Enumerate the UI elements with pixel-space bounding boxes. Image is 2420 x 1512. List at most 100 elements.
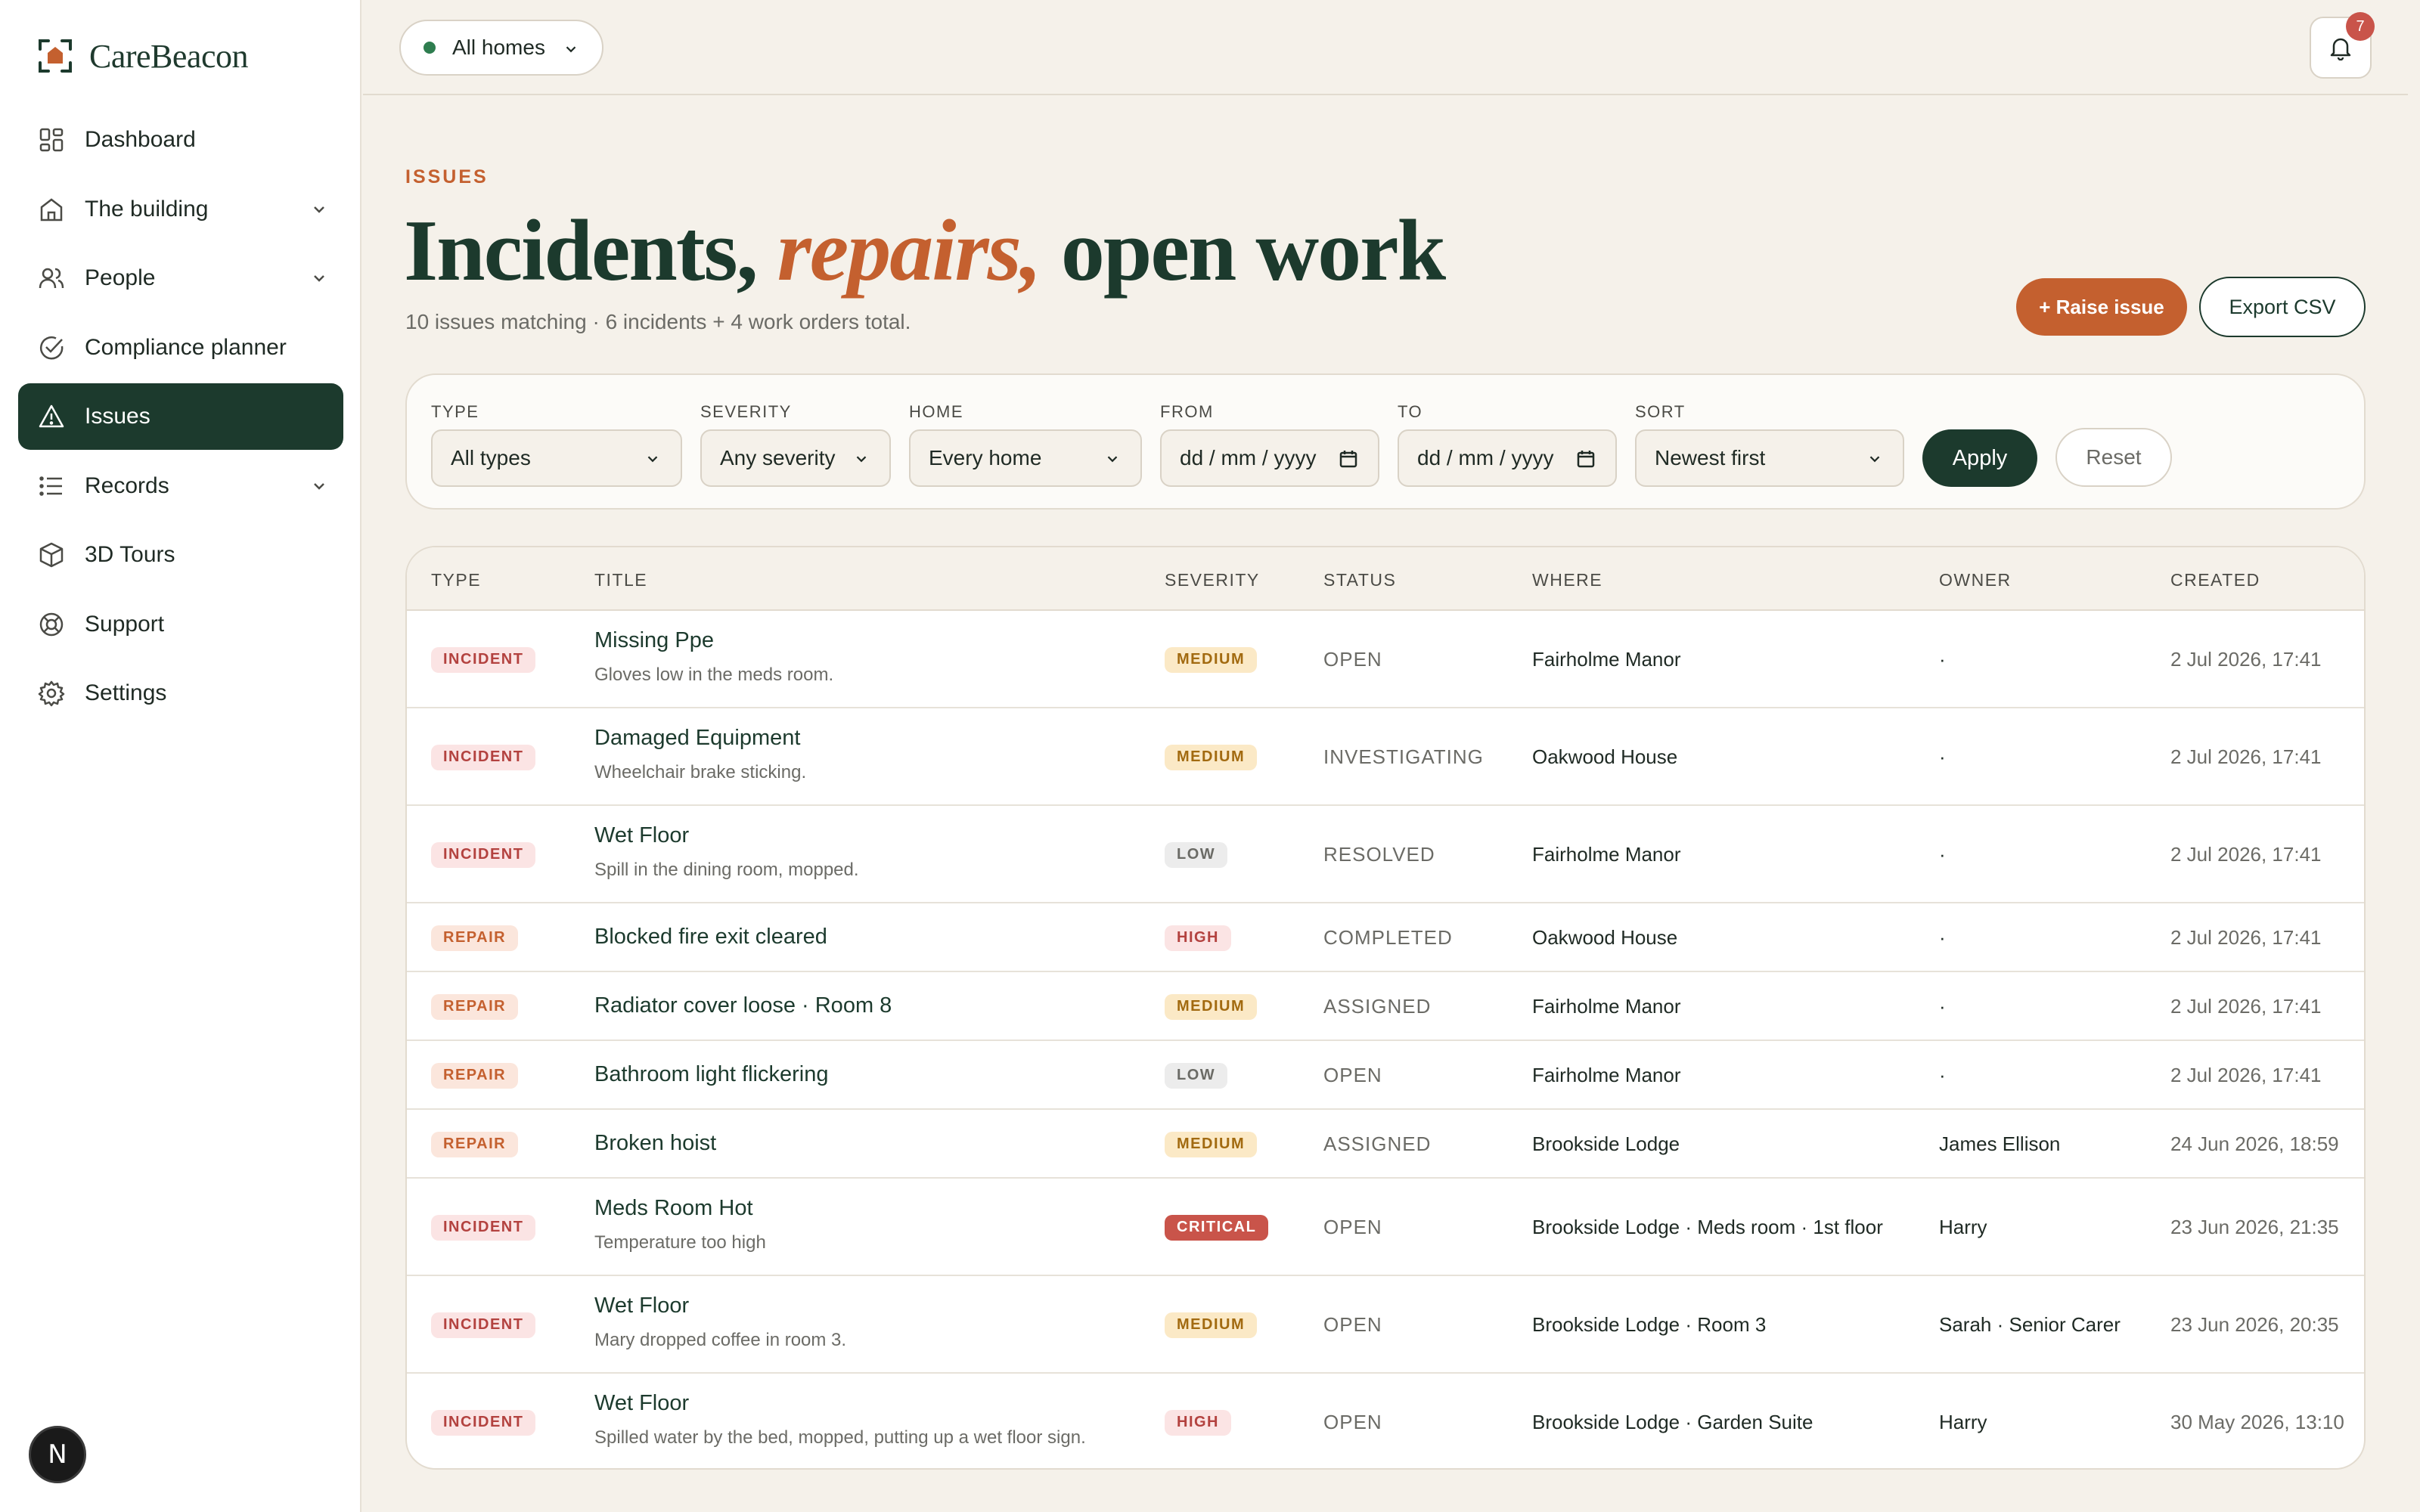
sidebar-item-support[interactable]: Support — [18, 591, 343, 658]
chevron-down-icon — [566, 46, 576, 53]
status-text: OPEN — [1323, 1063, 1382, 1086]
sidebar-item-3d-tours[interactable]: 3D Tours — [18, 522, 343, 588]
created-timestamp: 24 Jun 2026, 18:59 — [2170, 1132, 2339, 1155]
issue-title[interactable]: Missing Ppe — [594, 628, 714, 653]
severity-badge: MEDIUM — [1165, 744, 1258, 770]
owner-text: · — [1939, 745, 1946, 768]
home-filter-select[interactable]: Every home — [909, 429, 1142, 487]
chevron-down-icon — [647, 456, 658, 463]
type-badge: REPAIR — [431, 925, 519, 951]
issue-title[interactable]: Meds Room Hot — [594, 1196, 753, 1221]
type-filter-select[interactable]: All types — [431, 429, 682, 487]
brand-name: CareBeacon — [89, 37, 249, 75]
owner-text: · — [1939, 994, 1946, 1018]
cube-icon — [39, 542, 64, 568]
table-row[interactable]: INCIDENT Damaged Equipment Wheelchair brak… — [407, 708, 2364, 806]
owner-text: Harry — [1939, 1215, 1987, 1238]
status-text: INVESTIGATING — [1323, 745, 1484, 768]
status-text: OPEN — [1323, 1312, 1382, 1336]
table-row[interactable]: INCIDENT Wet Floor Spill in the dining roo… — [407, 806, 2364, 903]
table-row[interactable]: REPAIR Bathroom light flickering LOW OPEN Fa… — [407, 1041, 2364, 1110]
type-badge: INCIDENT — [431, 1214, 536, 1241]
sidebar-item-records[interactable]: Records — [18, 453, 343, 519]
column-header-title[interactable]: TITLE — [594, 570, 647, 590]
status-text: OPEN — [1323, 1410, 1382, 1433]
table-row[interactable]: REPAIR Broken hoist MEDIUM ASSIGNED Brooksid… — [407, 1110, 2364, 1179]
table-row[interactable]: INCIDENT Wet Floor Mary dropped coffee in … — [407, 1276, 2364, 1374]
sidebar-nav: Dashboard The building People Compliance… — [18, 107, 343, 730]
issue-title[interactable]: Bathroom light flickering — [594, 1062, 828, 1087]
type-badge: INCIDENT — [431, 1409, 536, 1436]
home-switcher[interactable]: All homes — [399, 20, 603, 76]
sidebar: CareBeacon Dashboard The building People — [0, 0, 361, 1512]
status-text: COMPLETED — [1323, 925, 1453, 949]
column-header-type[interactable]: TYPE — [431, 570, 481, 590]
notifications-button[interactable]: 7 — [2310, 12, 2375, 79]
issue-title[interactable]: Wet Floor — [594, 823, 689, 848]
column-header-status[interactable]: STATUS — [1323, 570, 1396, 590]
sort-label: SORT — [1635, 402, 1686, 421]
table-row[interactable]: INCIDENT Missing Ppe Gloves low in the med… — [407, 611, 2364, 708]
column-header-created[interactable]: CREATED — [2170, 570, 2260, 590]
issue-title[interactable]: Radiator cover loose · Room 8 — [594, 993, 892, 1018]
sidebar-item-issues[interactable]: Issues — [18, 383, 343, 450]
issue-title[interactable]: Wet Floor — [594, 1294, 689, 1318]
location-text: Brookside Lodge · Meds room · 1st floor — [1532, 1215, 1883, 1238]
export-csv-button[interactable]: Export CSV — [2199, 277, 2366, 337]
to-date-input[interactable]: dd / mm / yyyy — [1398, 429, 1617, 487]
from-date-value: dd / mm / yyyy — [1180, 446, 1317, 469]
sort-select[interactable]: Newest first — [1635, 429, 1904, 487]
brand[interactable]: CareBeacon — [38, 35, 249, 77]
from-date-input[interactable]: dd / mm / yyyy — [1160, 429, 1379, 487]
status-text: ASSIGNED — [1323, 1132, 1432, 1155]
issue-title[interactable]: Broken hoist — [594, 1131, 716, 1156]
sidebar-item-people[interactable]: People — [18, 245, 343, 311]
sidebar-item-label: Dashboard — [85, 127, 196, 152]
calendar-icon[interactable] — [1339, 449, 1358, 469]
issue-title[interactable]: Blocked fire exit cleared — [594, 925, 827, 950]
issue-title[interactable]: Damaged Equipment — [594, 726, 800, 751]
topbar: All homes 7 — [363, 0, 2408, 95]
sort-value: Newest first — [1655, 446, 1766, 469]
home-filter-label: HOME — [909, 402, 963, 421]
sidebar-item-settings[interactable]: Settings — [18, 660, 343, 727]
location-text: Oakwood House — [1532, 745, 1678, 768]
building-icon — [40, 197, 63, 221]
table-header: TYPE TITLE SEVERITY STATUS WHERE OWNER C… — [407, 547, 2364, 611]
type-badge: REPAIR — [431, 993, 519, 1020]
type-filter-value: All types — [451, 446, 531, 469]
to-date-value: dd / mm / yyyy — [1417, 446, 1554, 469]
type-badge: REPAIR — [431, 1062, 519, 1089]
gear-icon — [38, 680, 65, 707]
calendar-icon[interactable] — [1576, 449, 1596, 469]
column-header-where[interactable]: WHERE — [1532, 570, 1602, 590]
chevron-down-icon — [314, 206, 324, 213]
issue-description: Wheelchair brake sticking. — [594, 761, 807, 782]
sidebar-item-dashboard[interactable]: Dashboard — [18, 107, 343, 173]
nextjs-dev-badge[interactable]: N — [29, 1426, 86, 1483]
column-header-severity[interactable]: SEVERITY — [1165, 570, 1260, 590]
carebeacon-logo-icon — [39, 39, 72, 73]
sidebar-item-compliance-planner[interactable]: Compliance planner — [18, 314, 343, 381]
sidebar-item-the-building[interactable]: The building — [18, 176, 343, 243]
created-timestamp: 23 Jun 2026, 21:35 — [2170, 1215, 2339, 1238]
notification-count-badge: 7 — [2346, 12, 2375, 41]
sidebar-item-label: 3D Tours — [85, 542, 175, 567]
table-row[interactable]: REPAIR Radiator cover loose · Room 8 MEDIU… — [407, 972, 2364, 1041]
page-eyebrow: ISSUES — [405, 166, 489, 187]
table-row[interactable]: INCIDENT Wet Floor Spilled water by the be… — [407, 1374, 2364, 1468]
issue-description: Spilled water by the bed, mopped, puttin… — [594, 1427, 1086, 1448]
issue-title[interactable]: Wet Floor — [594, 1391, 689, 1416]
column-header-owner[interactable]: OWNER — [1939, 570, 2012, 590]
raise-issue-button[interactable]: + Raise issue — [2016, 278, 2187, 336]
location-text: Oakwood House — [1532, 925, 1678, 949]
chevron-down-icon — [1869, 456, 1880, 463]
reset-filters-button[interactable]: Reset — [2055, 428, 2172, 487]
location-text: Fairholme Manor — [1532, 1063, 1681, 1086]
table-row[interactable]: REPAIR Blocked fire exit cleared HIGH COMPL… — [407, 903, 2364, 972]
severity-filter-select[interactable]: Any severity — [700, 429, 891, 487]
created-timestamp: 2 Jul 2026, 17:41 — [2170, 647, 2322, 671]
table-row[interactable]: INCIDENT Meds Room Hot Temperature too hig… — [407, 1179, 2364, 1276]
apply-filters-button[interactable]: Apply — [1922, 429, 2037, 487]
owner-text: Harry — [1939, 1410, 1987, 1433]
